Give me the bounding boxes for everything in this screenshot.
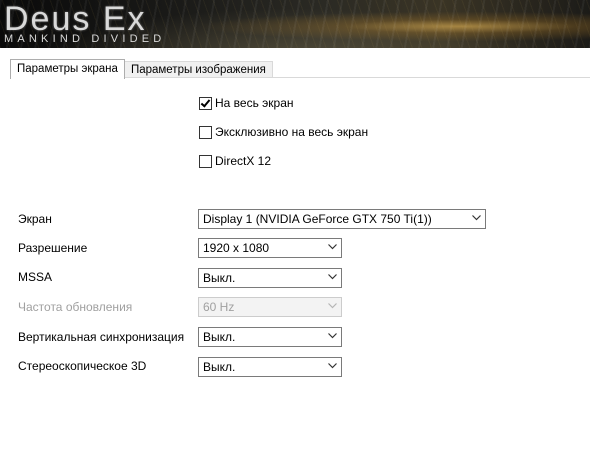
fullscreen-checkbox[interactable] [199, 96, 212, 110]
stereo-3d-select[interactable]: Выкл. [198, 357, 342, 377]
game-banner: Deus Ex MANKIND DIVIDED [0, 0, 590, 48]
refresh-rate-value: 60 Hz [203, 300, 235, 314]
exclusive-fullscreen-checkbox[interactable] [199, 125, 212, 139]
chevron-down-icon [472, 215, 481, 223]
stereo-3d-value: Выкл. [203, 360, 236, 374]
exclusive-fullscreen-option[interactable]: Эксклюзивно на весь экран [199, 125, 368, 139]
vsync-label: Вертикальная синхронизация [18, 330, 185, 344]
settings-tabs: Параметры экрана Параметры изображения [10, 59, 273, 79]
refresh-rate-select: 60 Hz [198, 297, 342, 317]
chevron-down-icon [328, 363, 337, 371]
vsync-select[interactable]: Выкл. [198, 327, 342, 347]
chevron-down-icon [328, 333, 337, 341]
display-label: Экран [18, 212, 52, 226]
resolution-select[interactable]: 1920 x 1080 [198, 238, 342, 258]
fullscreen-label: На весь экран [215, 96, 294, 110]
resolution-label: Разрешение [18, 241, 88, 255]
chevron-down-icon [328, 244, 337, 252]
msaa-label: MSSA [18, 270, 53, 284]
resolution-value: 1920 x 1080 [203, 241, 270, 255]
tab-display-settings[interactable]: Параметры экрана [10, 59, 125, 79]
exclusive-fullscreen-label: Эксклюзивно на весь экран [215, 125, 369, 139]
stereo-3d-label: Стереоскопическое 3D [18, 359, 147, 373]
game-logo-subtitle: MANKIND DIVIDED [4, 33, 166, 45]
tab-image-settings[interactable]: Параметры изображения [124, 61, 273, 78]
directx12-label: DirectX 12 [215, 154, 272, 168]
chevron-down-icon [328, 274, 337, 282]
msaa-value: Выкл. [203, 271, 236, 285]
directx12-checkbox[interactable] [199, 154, 212, 168]
vsync-value: Выкл. [203, 330, 236, 344]
display-value: Display 1 (NVIDIA GeForce GTX 750 Ti(1)) [203, 212, 432, 226]
display-select[interactable]: Display 1 (NVIDIA GeForce GTX 750 Ti(1)) [198, 209, 486, 229]
fullscreen-option[interactable]: На весь экран [199, 96, 294, 110]
directx12-option[interactable]: DirectX 12 [199, 154, 271, 168]
refresh-rate-label: Частота обновления [18, 300, 133, 314]
msaa-select[interactable]: Выкл. [198, 268, 342, 288]
chevron-down-icon [328, 303, 337, 311]
